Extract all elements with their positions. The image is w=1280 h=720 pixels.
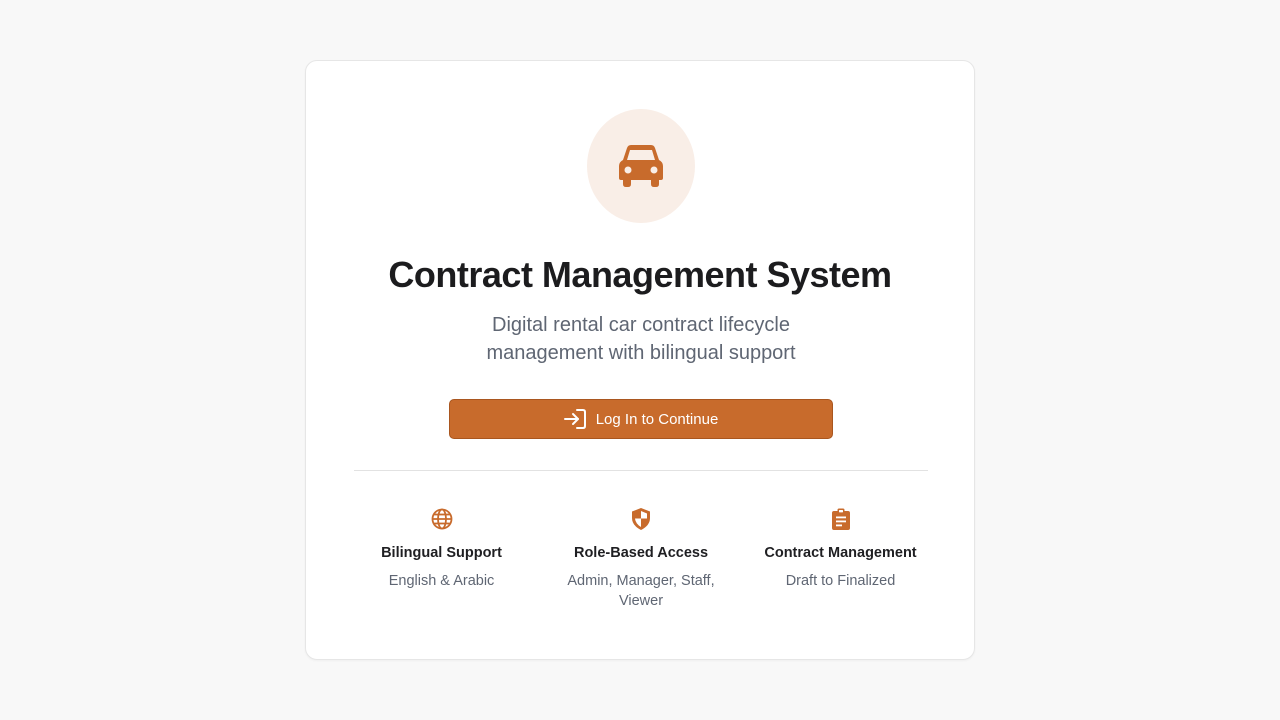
- feature-description: Draft to Finalized: [785, 573, 896, 589]
- login-button[interactable]: Log In to Continue: [449, 399, 833, 439]
- login-card: Contract Management System Digital renta…: [305, 60, 975, 660]
- page-title: Contract Management System: [388, 254, 892, 295]
- divider: [354, 470, 928, 471]
- feature-description: English & Arabic: [388, 573, 495, 589]
- car-icon: [619, 145, 663, 187]
- feature-title: Bilingual Support: [381, 545, 502, 561]
- feature-role-based-access: Role-Based Access Admin, Manager, Staff,…: [542, 507, 741, 611]
- log-in-icon: [563, 409, 586, 429]
- feature-contract-management: Contract Management Draft to Finalized: [741, 507, 940, 611]
- feature-title: Role-Based Access: [573, 545, 709, 561]
- logo-badge: [587, 109, 695, 223]
- globe-icon: [431, 508, 452, 530]
- feature-title: Contract Management: [764, 545, 917, 561]
- clipboard-icon: [831, 508, 850, 530]
- feature-description: Admin, Manager, Staff, Viewer: [567, 573, 715, 609]
- feature-bilingual-support: Bilingual Support English & Arabic: [342, 507, 541, 611]
- login-button-label: Log In to Continue: [595, 410, 719, 428]
- page-subtitle: Digital rental car contract lifecycle ma…: [486, 314, 796, 364]
- feature-list: Bilingual Support English & Arabic Role-…: [342, 507, 940, 611]
- shield-icon: [632, 508, 650, 530]
